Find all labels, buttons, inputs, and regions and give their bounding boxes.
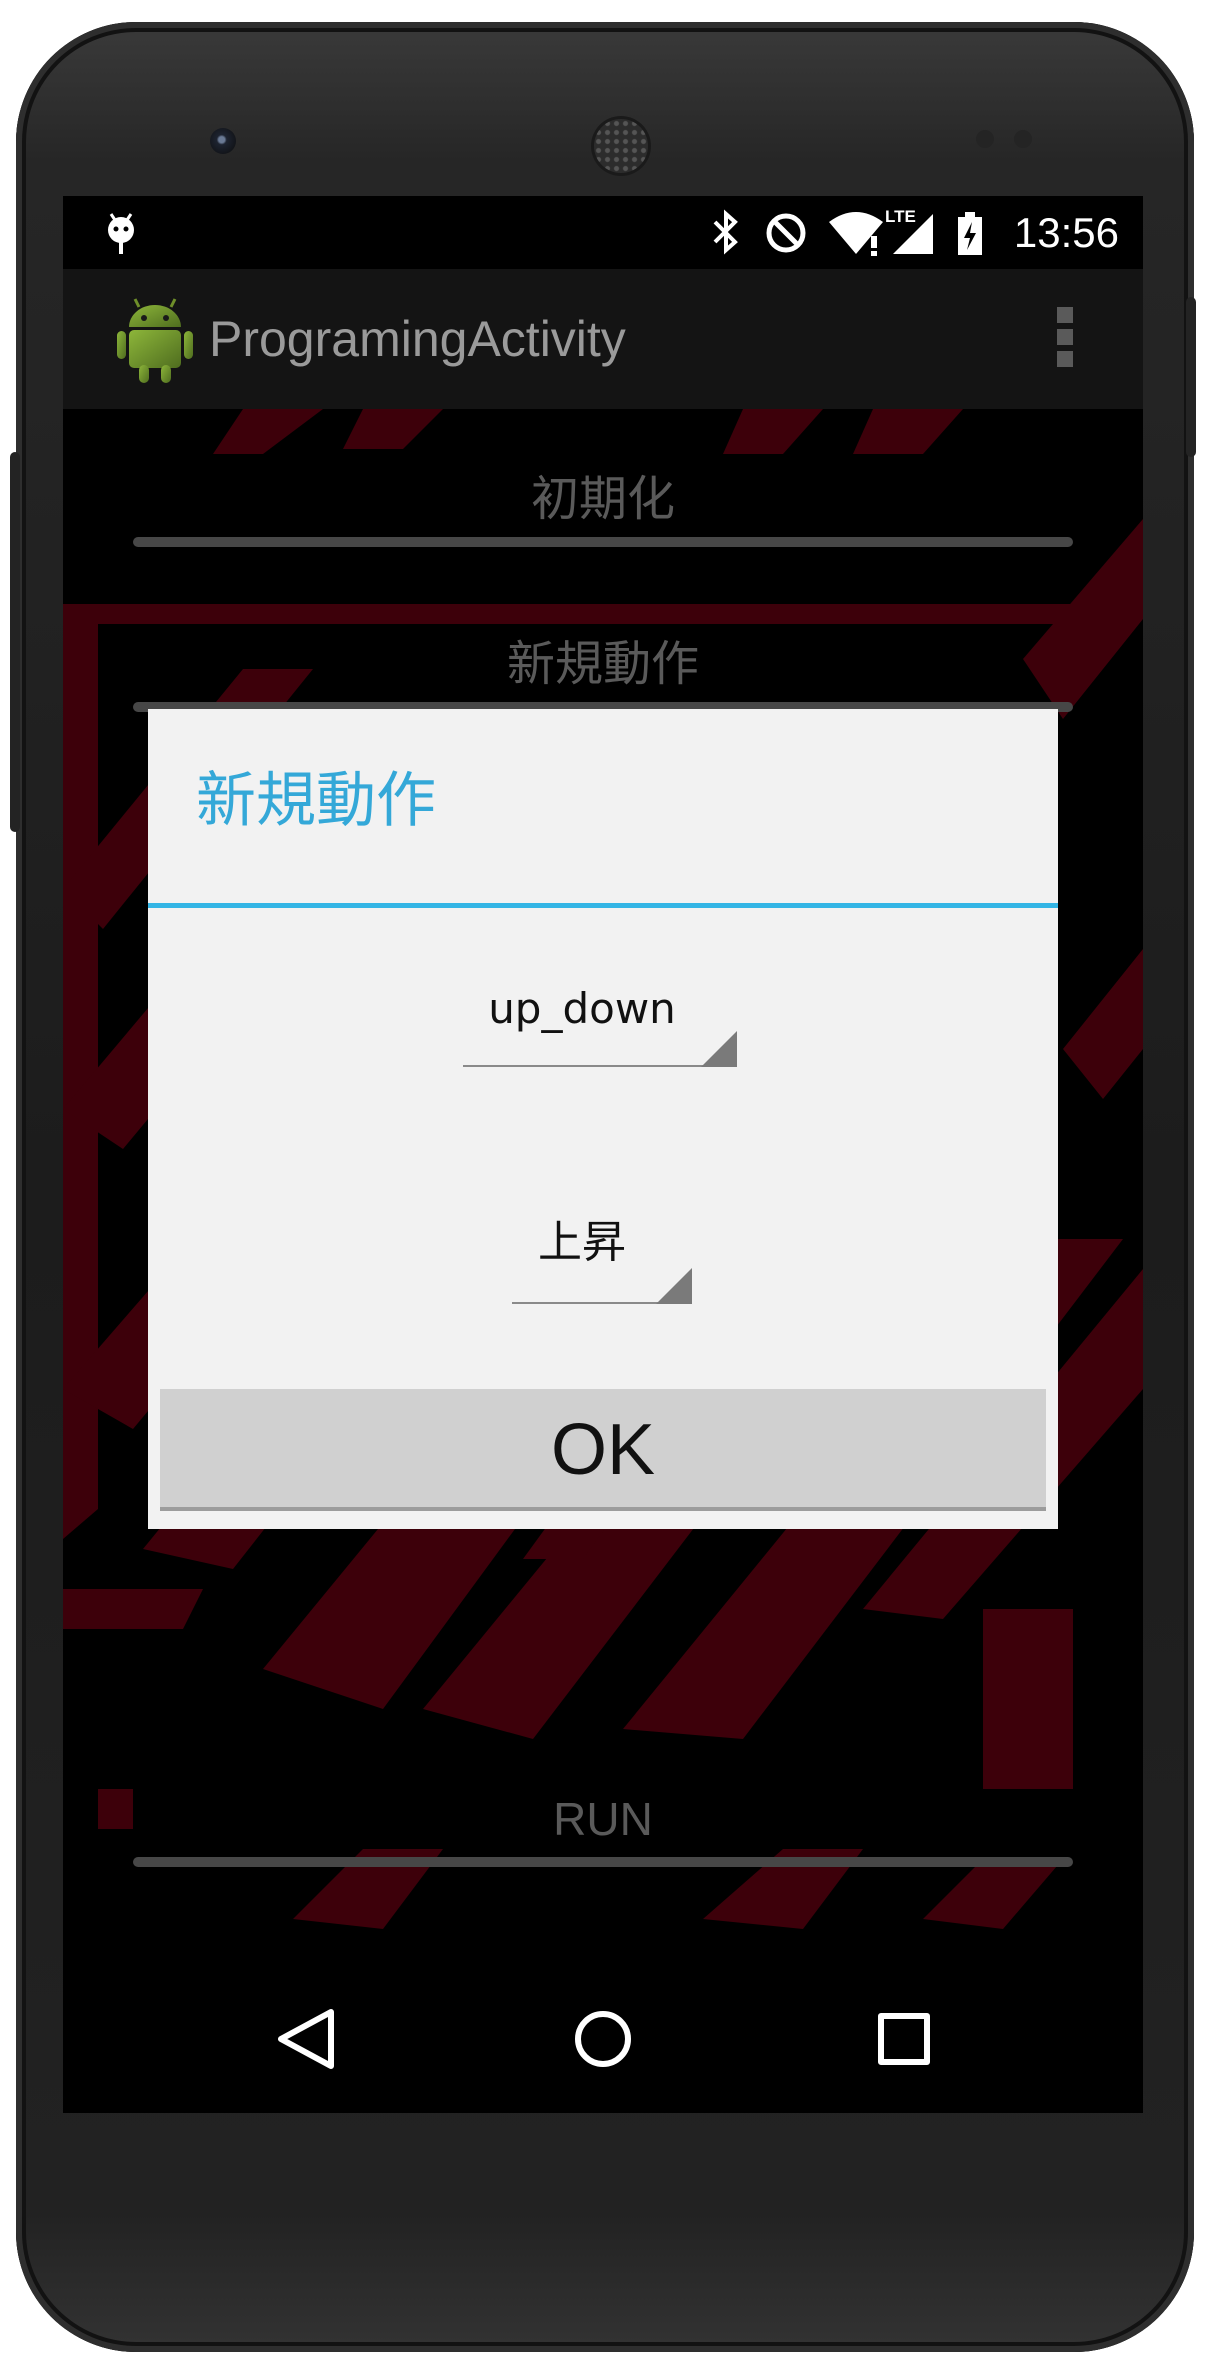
android-robot-icon bbox=[117, 298, 193, 383]
motion-spinner-value: 上昇 bbox=[538, 1217, 626, 1268]
motion-spinner[interactable]: 上昇 bbox=[512, 1212, 692, 1304]
spinner-dropdown-icon bbox=[701, 1031, 737, 1067]
light-sensor bbox=[1014, 130, 1032, 148]
android-debug-icon bbox=[108, 213, 134, 254]
device-screen: LTE 13:56 ProgramingActivity 初期化 新規動作 RU… bbox=[63, 196, 1143, 2113]
status-time: 13:56 bbox=[1013, 209, 1119, 256]
spinner-dropdown-icon bbox=[656, 1268, 692, 1304]
earpiece-speaker bbox=[594, 119, 648, 173]
volume-button bbox=[10, 452, 20, 832]
battery-charging-icon bbox=[958, 212, 982, 255]
power-button bbox=[1186, 297, 1196, 457]
signal-icon bbox=[893, 214, 933, 254]
navigation-bar bbox=[63, 1966, 1143, 2113]
front-camera bbox=[210, 128, 236, 154]
action-bar: ProgramingActivity bbox=[63, 269, 1143, 409]
dialog-title: 新規動作 bbox=[196, 766, 436, 836]
app-title: ProgramingActivity bbox=[209, 311, 626, 367]
new-action-dialog: 新規動作 up_down 上昇 OK bbox=[148, 709, 1058, 1529]
status-bar: LTE 13:56 bbox=[63, 196, 1143, 269]
name-spinner[interactable]: up_down bbox=[463, 981, 737, 1067]
wifi-icon bbox=[829, 212, 883, 256]
do-not-disturb-icon bbox=[766, 213, 806, 253]
recents-icon[interactable] bbox=[869, 2004, 939, 2074]
back-icon[interactable] bbox=[271, 2004, 341, 2074]
name-spinner-value: up_down bbox=[488, 984, 676, 1033]
overflow-menu-icon[interactable] bbox=[1057, 307, 1077, 373]
name-spinner-underline bbox=[463, 1065, 737, 1067]
bluetooth-icon bbox=[713, 209, 738, 255]
dialog-title-divider bbox=[148, 903, 1058, 908]
proximity-sensor bbox=[976, 130, 994, 148]
home-icon[interactable] bbox=[568, 2004, 638, 2074]
ok-button[interactable]: OK bbox=[160, 1389, 1046, 1511]
